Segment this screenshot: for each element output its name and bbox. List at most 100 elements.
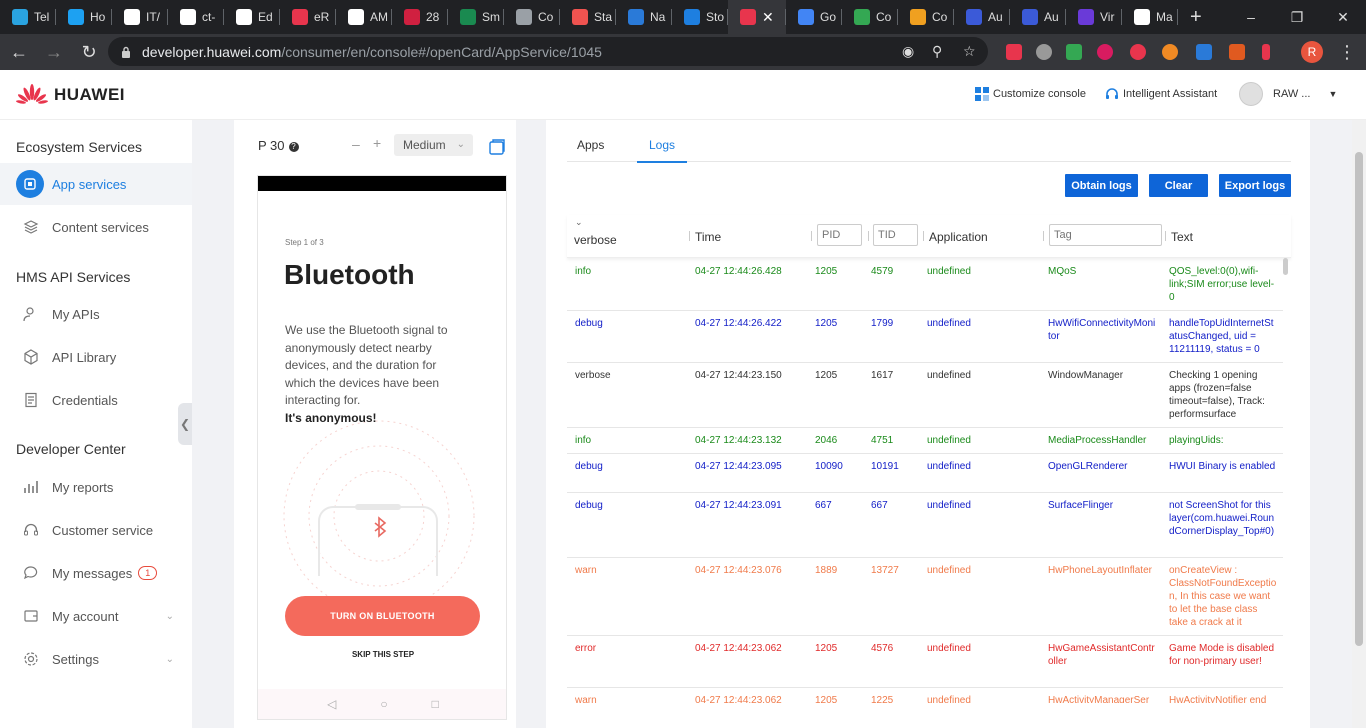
home-circle-icon[interactable]: ○ — [380, 697, 387, 711]
browser-tab[interactable]: Ma — [1122, 0, 1178, 34]
browser-tab[interactable]: Ed — [224, 0, 280, 34]
user-menu[interactable]: RAW ... ▼ — [1239, 82, 1337, 106]
cell-text: onCreateView : ClassNotFoundException, I… — [1169, 565, 1277, 628]
app-icon — [910, 9, 926, 25]
skip-step-link[interactable]: SKIP THIS STEP — [258, 650, 506, 659]
page-scrollbar[interactable] — [1352, 120, 1366, 728]
browser-tab[interactable]: ✕ — [728, 0, 786, 34]
help-icon[interactable]: ? — [288, 142, 299, 152]
recents-square-icon[interactable]: □ — [432, 697, 439, 711]
sidebar-item-my-reports[interactable]: My reports — [0, 467, 192, 507]
cell-time: 04-27 12:44:23.095 — [695, 461, 782, 472]
zoom-icon[interactable]: ⚲ — [932, 43, 942, 60]
log-level-select[interactable]: verbose — [572, 229, 654, 251]
google-drive-icon[interactable] — [1066, 44, 1082, 60]
bookmark-star-icon[interactable]: ☆ — [963, 43, 976, 60]
browser-tab[interactable]: Au — [954, 0, 1010, 34]
logo-text: HUAWEI — [54, 85, 125, 104]
sidebar-item-api-library[interactable]: API Library — [0, 337, 192, 377]
browser-tab[interactable]: Co — [842, 0, 898, 34]
sidebar-item-my-apis[interactable]: My APIs — [0, 294, 192, 334]
extension-grid-icon[interactable] — [1196, 44, 1212, 60]
huawei-icon — [740, 9, 756, 25]
browser-tab[interactable]: Na — [616, 0, 672, 34]
headset-icon — [22, 521, 40, 539]
log-scrollbar-thumb[interactable] — [1283, 258, 1288, 275]
forward-icon[interactable]: → — [38, 36, 70, 68]
browser-tab[interactable]: Ho — [56, 0, 112, 34]
sidebar-item-my-messages[interactable]: My messages 1 — [0, 553, 192, 593]
browser-tab[interactable]: IT/ — [112, 0, 168, 34]
device-name: P 30? — [258, 138, 299, 153]
browser-tab[interactable]: Au — [1010, 0, 1066, 34]
sidebar-item-content-services[interactable]: Content services — [0, 207, 192, 247]
back-triangle-icon[interactable]: ◁ — [327, 697, 336, 711]
sidebar-item-my-account[interactable]: My account ⌄ — [0, 596, 192, 636]
cell-level: info — [575, 266, 592, 277]
new-tab-button[interactable]: + — [1178, 0, 1214, 34]
browser-tab[interactable]: Sta — [560, 0, 616, 34]
extension-orange-icon[interactable] — [1162, 44, 1178, 60]
extension-link-icon[interactable] — [1130, 44, 1146, 60]
url-bar[interactable]: developer.huawei.com/consumer/en/console… — [108, 37, 988, 66]
browser-tab[interactable]: Vir — [1066, 0, 1122, 34]
cell-text: QOS_level:0(0),wifi-link;SIM error;use l… — [1169, 266, 1275, 303]
collapse-sidebar-icon[interactable]: ❮ — [178, 403, 192, 445]
browser-tab[interactable]: 28 — [392, 0, 448, 34]
cell-level: warn — [575, 565, 597, 576]
browser-tab-title: Ma — [1156, 10, 1173, 24]
zoom-out-button[interactable]: – — [352, 136, 360, 152]
tag-filter-input[interactable] — [1049, 224, 1162, 246]
sidebar-item-label: My messages — [52, 565, 133, 581]
browser-tab[interactable]: eR — [280, 0, 336, 34]
extension-flag-icon[interactable] — [1262, 44, 1270, 60]
sidebar-item-customer-service[interactable]: Customer service — [0, 510, 192, 550]
section-developer-center: Developer Center — [16, 441, 126, 457]
sidebar-item-settings[interactable]: Settings ⌄ — [0, 639, 192, 679]
huawei-logo[interactable]: HUAWEI — [16, 84, 125, 106]
sidebar-item-label: My account — [52, 608, 119, 624]
browser-tab[interactable]: AM — [336, 0, 392, 34]
minimize-icon[interactable]: – — [1228, 0, 1274, 34]
browser-menu-icon[interactable]: ⋮ — [1331, 36, 1363, 68]
profile-avatar[interactable]: R — [1301, 41, 1323, 63]
browser-tab[interactable]: Sm — [448, 0, 504, 34]
sidebar-item-app-services[interactable]: App services — [0, 163, 192, 205]
pid-filter-input[interactable] — [817, 224, 862, 246]
cell-tid: 1617 — [871, 370, 894, 381]
browser-tab[interactable]: Tel — [0, 0, 56, 34]
browser-tab[interactable]: ct- — [168, 0, 224, 34]
browser-tab[interactable]: Co — [898, 0, 954, 34]
extension-gear-icon[interactable] — [1229, 44, 1245, 60]
obtain-logs-button[interactable]: Obtain logs — [1065, 174, 1138, 197]
close-tab-icon[interactable]: ✕ — [762, 9, 774, 26]
browser-tab[interactable]: Sto — [672, 0, 728, 34]
tab-logs[interactable]: Logs — [649, 138, 675, 152]
export-logs-button[interactable]: Export logs — [1219, 174, 1291, 197]
extension-m-icon[interactable] — [1097, 44, 1113, 60]
sidebar-item-credentials[interactable]: Credentials — [0, 380, 192, 420]
back-icon[interactable]: ← — [3, 36, 35, 68]
customize-console-link[interactable]: Customize console — [975, 87, 1086, 101]
zoom-in-button[interactable]: + — [373, 135, 381, 151]
reload-icon[interactable]: ↻ — [73, 36, 105, 68]
maximize-icon[interactable]: ❐ — [1274, 0, 1320, 34]
device-size-select[interactable]: Medium ⌄ — [394, 134, 473, 156]
tid-filter-input[interactable] — [873, 224, 918, 246]
brave-shield-icon[interactable] — [1006, 44, 1022, 60]
clear-button[interactable]: Clear — [1149, 174, 1208, 197]
blocked-icon[interactable]: ◉ — [902, 43, 914, 60]
extension-s-icon[interactable] — [1036, 44, 1052, 60]
browser-tab[interactable]: Co — [504, 0, 560, 34]
cell-time: 04-27 12:44:23.062 — [695, 695, 782, 703]
intelligent-assistant-link[interactable]: Intelligent Assistant — [1105, 87, 1217, 101]
tab-apps[interactable]: Apps — [577, 138, 604, 152]
log-table-body[interactable]: info 04-27 12:44:26.428 1205 4579 undefined M… — [567, 259, 1283, 703]
browser-tab[interactable]: Go — [786, 0, 842, 34]
close-window-icon[interactable]: ✕ — [1320, 0, 1366, 34]
gear-icon — [22, 650, 40, 668]
turn-on-bluetooth-button[interactable]: TURN ON BLUETOOTH — [285, 596, 480, 636]
page-scrollbar-thumb[interactable] — [1355, 152, 1363, 646]
copy-icon[interactable] — [488, 138, 506, 156]
sidebar-item-label: Settings — [52, 651, 99, 667]
